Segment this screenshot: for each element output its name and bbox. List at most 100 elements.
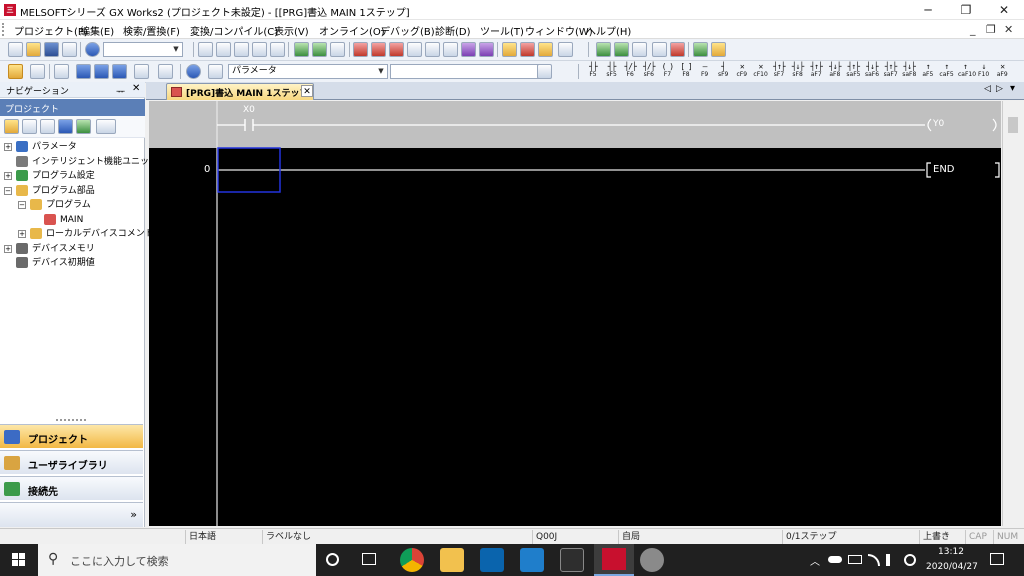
battery-icon[interactable] bbox=[848, 555, 862, 564]
wifi-icon[interactable] bbox=[868, 554, 880, 566]
ladder-button-f9[interactable]: — F9 bbox=[698, 63, 712, 80]
collapse-icon[interactable]: − bbox=[4, 186, 12, 195]
ladder-button-caf10[interactable]: ↑ caF10 bbox=[958, 63, 976, 80]
nav-user-library-button[interactable]: ユーザライブラリ bbox=[0, 450, 143, 474]
ladder-button-f5[interactable]: ┤├ F5 bbox=[586, 63, 600, 80]
tab-menu-icon[interactable]: ▾ bbox=[1010, 83, 1015, 94]
ladder-insert-column-icon[interactable] bbox=[632, 42, 647, 57]
tab-scroll-left-icon[interactable]: ◁ bbox=[984, 84, 991, 94]
toolbar-combo-1[interactable]: ▼ bbox=[103, 42, 183, 57]
chrome-icon[interactable] bbox=[400, 548, 424, 572]
tray-chevron-icon[interactable]: ︿ bbox=[810, 553, 820, 568]
tab-close-icon[interactable]: ✕ bbox=[301, 85, 313, 97]
menu-project[interactable]: プロジェクト(P) bbox=[14, 23, 88, 38]
nav-connection-button[interactable]: 接続先 bbox=[0, 476, 143, 500]
ladder-step-icon[interactable] bbox=[652, 42, 667, 57]
write-icon[interactable] bbox=[371, 42, 386, 57]
pen-app-icon[interactable] bbox=[640, 548, 664, 572]
more-chevron-icon[interactable]: » bbox=[130, 508, 137, 521]
ladder-button-saf8[interactable]: ┤↓├ saF8 bbox=[902, 63, 916, 80]
lt-app-icon[interactable] bbox=[520, 548, 544, 572]
stop-monitor-icon[interactable] bbox=[520, 42, 535, 57]
paste-icon[interactable] bbox=[234, 42, 249, 57]
windows-start-icon[interactable] bbox=[12, 553, 26, 567]
verify-icon[interactable] bbox=[389, 42, 404, 57]
ladder-button-sf6[interactable]: ┤/├ sF6 bbox=[642, 63, 656, 80]
ladder-button-sf8[interactable]: ┤↓├ sF8 bbox=[791, 63, 805, 80]
redo-icon[interactable] bbox=[270, 42, 285, 57]
copy-icon[interactable] bbox=[216, 42, 231, 57]
nav-project-button[interactable]: プロジェクト bbox=[0, 424, 143, 448]
tree-node[interactable]: MAIN bbox=[0, 213, 145, 227]
ladder-button-saf6[interactable]: ┤↓├ saF6 bbox=[865, 63, 879, 80]
help-circle-icon[interactable] bbox=[186, 64, 201, 79]
close-icon[interactable]: ✕ bbox=[132, 83, 140, 94]
expand-icon[interactable]: + bbox=[18, 230, 26, 238]
dev-list-icon[interactable] bbox=[112, 64, 127, 79]
menu-tools[interactable]: ツール(T) bbox=[480, 23, 524, 38]
coil-device-label[interactable]: Y0 bbox=[933, 119, 944, 129]
tree-node[interactable]: デバイス初期値 bbox=[0, 256, 145, 270]
onedrive-icon[interactable] bbox=[828, 556, 842, 563]
dev-batch-icon[interactable] bbox=[76, 64, 91, 79]
help-icon[interactable] bbox=[85, 42, 100, 57]
tree-node[interactable]: − プログラム bbox=[0, 198, 145, 212]
print-icon[interactable] bbox=[62, 42, 77, 57]
screen-icon[interactable] bbox=[330, 42, 345, 57]
tab-scroll-right-icon[interactable]: ▷ bbox=[996, 84, 1003, 94]
navigation-toggle-icon[interactable] bbox=[8, 64, 23, 79]
ladder-delete-row-icon[interactable] bbox=[614, 42, 629, 57]
pin-icon[interactable]: ᅲ bbox=[116, 83, 125, 98]
task-view-icon[interactable] bbox=[362, 553, 376, 565]
ladder-button-f7[interactable]: ( ) F7 bbox=[660, 63, 674, 80]
window-icon[interactable] bbox=[54, 64, 69, 79]
expand-icon[interactable]: + bbox=[4, 143, 12, 151]
ladder-button-af5[interactable]: ↑ aF5 bbox=[921, 63, 935, 80]
menu-diagnostics[interactable]: 診断(D) bbox=[435, 23, 471, 38]
file-explorer-icon[interactable] bbox=[440, 548, 464, 572]
ladder-button-f8[interactable]: [ ] F8 bbox=[679, 63, 693, 80]
ladder-button-f10[interactable]: ↓ F10 bbox=[977, 63, 991, 80]
device-test-icon[interactable] bbox=[479, 42, 494, 57]
menu-find-replace[interactable]: 検索/置換(F) bbox=[123, 23, 180, 38]
ladder-button-cf10[interactable]: ✕ cF10 bbox=[753, 63, 767, 80]
ladder-editor[interactable]: X0 Y0 0 END bbox=[149, 101, 1001, 526]
device-search-icon[interactable] bbox=[294, 42, 309, 57]
cut-icon[interactable] bbox=[198, 42, 213, 57]
dev-comment-icon[interactable] bbox=[94, 64, 109, 79]
ladder-button-sf9[interactable]: ┤ sF9 bbox=[716, 63, 730, 80]
refresh-icon[interactable] bbox=[76, 119, 91, 134]
ime-icon[interactable] bbox=[904, 554, 916, 566]
module-icon[interactable] bbox=[30, 64, 45, 79]
comment-icon[interactable] bbox=[693, 42, 708, 57]
ladder-button-af8[interactable]: ┤↓├ aF8 bbox=[828, 63, 842, 80]
end-instruction[interactable]: END bbox=[933, 164, 955, 175]
share-app-icon[interactable] bbox=[560, 548, 584, 572]
contact-device-label[interactable]: X0 bbox=[243, 105, 255, 115]
menu-view[interactable]: 表示(V) bbox=[274, 23, 309, 38]
device-batch-icon[interactable] bbox=[461, 42, 476, 57]
binoculars-icon[interactable] bbox=[208, 64, 223, 79]
device-replace-icon[interactable] bbox=[312, 42, 327, 57]
ladder-button-sf7[interactable]: ┤↑├ sF7 bbox=[772, 63, 786, 80]
save-icon[interactable] bbox=[44, 42, 59, 57]
open-folder-icon[interactable] bbox=[26, 42, 41, 57]
vertical-scrollbar[interactable] bbox=[1002, 101, 1024, 526]
monitor-write-icon[interactable] bbox=[538, 42, 553, 57]
find-icon[interactable] bbox=[158, 64, 173, 79]
restore-button[interactable]: ❐ bbox=[948, 0, 984, 20]
tree-node[interactable]: + プログラム設定 bbox=[0, 169, 145, 183]
ladder-button-saf7[interactable]: ┤↑├ saF7 bbox=[884, 63, 898, 80]
action-center-icon[interactable] bbox=[990, 553, 1004, 565]
undo-icon[interactable] bbox=[252, 42, 267, 57]
menu-window[interactable]: ウィンドウ(W) bbox=[525, 23, 593, 38]
ladder-button-saf5[interactable]: ┤↑├ saF5 bbox=[846, 63, 860, 80]
pane-splitter[interactable] bbox=[56, 419, 86, 422]
document-icon[interactable] bbox=[537, 64, 552, 79]
close-button[interactable]: ✕ bbox=[986, 0, 1022, 20]
ladder-button-f6[interactable]: ┤/├ F6 bbox=[623, 63, 637, 80]
collapse-icon[interactable]: − bbox=[18, 201, 26, 209]
remote-icon[interactable] bbox=[425, 42, 440, 57]
ladder-button-caf5[interactable]: ↑ caF5 bbox=[939, 63, 953, 80]
tree-node[interactable]: + パラメータ bbox=[0, 140, 145, 154]
